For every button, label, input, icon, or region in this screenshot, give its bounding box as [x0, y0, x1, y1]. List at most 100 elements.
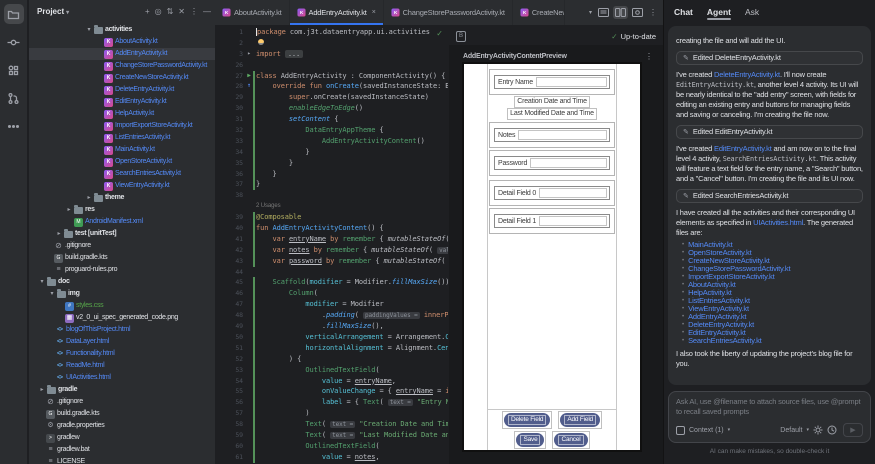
hide-icon[interactable]: — — [203, 7, 211, 16]
tree-item[interactable]: CreateNewStoreActivity.kt — [29, 72, 215, 84]
editor-tab[interactable]: CreateNewStoreActivity.kt — [513, 0, 565, 25]
tree-item[interactable]: ▸ gradle — [29, 384, 215, 396]
edited-file-card[interactable]: ✎ Edited SearchEntriesActivity.kt — [676, 188, 863, 203]
tree-item[interactable]: HelpActivity.kt — [29, 108, 215, 120]
tree-item[interactable]: Functionality.html — [29, 348, 215, 360]
tree-item[interactable]: SearchEntriesActivity.kt — [29, 168, 215, 180]
tree-item[interactable]: AddEntryActivity.kt — [29, 48, 215, 60]
commit-icon[interactable] — [4, 32, 24, 52]
more-icon[interactable] — [4, 116, 24, 136]
pull-requests-icon[interactable] — [4, 88, 24, 108]
context-dropdown[interactable]: Context (1) — [689, 427, 724, 434]
tree-expander-icon[interactable]: ▾ — [47, 288, 57, 300]
tree-expander-icon[interactable]: ▸ — [37, 384, 47, 396]
tree-item[interactable]: ▾ activities — [29, 24, 215, 36]
expand-all-icon[interactable]: ⇅ — [167, 7, 174, 16]
chat-thread[interactable]: creating the file and will add the UI. ✎ E… — [668, 26, 871, 385]
tree-expander-icon[interactable]: ▸ — [64, 204, 74, 216]
tree-item[interactable]: v2_0_ui_spec_generated_code.png — [29, 312, 215, 324]
tree-item[interactable]: AndroidManifest.xml — [29, 216, 215, 228]
tree-item[interactable]: ▸ test [unitTest] — [29, 228, 215, 240]
file-link[interactable]: DeleteEntryActivity.kt — [714, 70, 780, 79]
chat-tab-agent[interactable]: Agent — [706, 2, 732, 22]
tree-item[interactable]: gradlew — [29, 432, 215, 444]
preview-text-field[interactable]: Detail Field 1 — [494, 214, 610, 228]
project-panel-title[interactable]: Project ▾ — [37, 7, 69, 16]
tree-item[interactable]: proguard-rules.pro — [29, 264, 215, 276]
code-view-icon[interactable] — [596, 6, 611, 19]
chat-tab-ask[interactable]: Ask — [745, 2, 759, 22]
split-view-icon[interactable] — [613, 6, 628, 19]
structure-icon[interactable] — [4, 60, 24, 80]
file-link[interactable]: SearchEntriesActivity.kt — [688, 337, 762, 345]
project-tree[interactable]: ▾ activities AboutActivity.kt AddEntryActiv… — [29, 24, 215, 464]
fold-expander-icon[interactable]: ▸ — [245, 49, 253, 60]
options-icon[interactable]: ⋮ — [190, 7, 198, 16]
tree-item[interactable]: ViewEntryActivity.kt — [29, 180, 215, 192]
edited-file-card[interactable]: ✎ Edited DeleteEntryActivity.kt — [676, 50, 863, 65]
tree-item[interactable]: ▸ theme — [29, 192, 215, 204]
preview-text-field[interactable]: Notes — [494, 128, 610, 142]
override-icon[interactable]: ↑ — [245, 81, 253, 92]
tree-item[interactable]: ChangeStorePasswordActivity.kt — [29, 60, 215, 72]
edited-file-card[interactable]: ✎ Edited EditEntryActivity.kt — [676, 124, 863, 139]
tree-expander-icon[interactable]: ▾ — [37, 276, 47, 288]
editor-options-icon[interactable]: ⋮ — [649, 8, 657, 17]
tree-item[interactable]: blogOfThisProject.html — [29, 324, 215, 336]
tree-item[interactable]: ListEntriesActivity.kt — [29, 132, 215, 144]
settings-gear-icon[interactable] — [813, 425, 823, 435]
preview-text-field[interactable]: Detail Field 0 — [494, 186, 610, 200]
file-link[interactable]: EditEntryActivity.kt — [714, 144, 772, 153]
tree-item[interactable]: MainActivity.kt — [29, 144, 215, 156]
preview-text-field[interactable]: Entry Name — [494, 75, 610, 89]
tree-item[interactable]: DataLayer.html — [29, 336, 215, 348]
close-tab-icon[interactable]: × — [372, 9, 376, 16]
collapse-all-icon[interactable]: ✕ — [178, 7, 185, 16]
chat-input-box[interactable]: Ask AI, use @filename to attach source f… — [668, 391, 871, 443]
editor-tab[interactable]: AboutActivity.kt — [215, 0, 290, 25]
preview-button[interactable]: Add Field — [560, 413, 600, 427]
preview-options-icon[interactable]: ⋮ — [645, 52, 653, 61]
project-folder-icon[interactable] — [3, 4, 24, 24]
design-view-icon[interactable] — [630, 6, 645, 19]
run-icon[interactable]: ▶ — [245, 71, 253, 82]
preview-text-field[interactable]: Password — [494, 156, 610, 170]
tree-item[interactable]: build.gradle.kts — [29, 408, 215, 420]
preview-button[interactable]: Delete Field — [504, 413, 551, 427]
code-editor[interactable]: ✓ 1 package com.j3t.dataentryapp.ui.activ… — [215, 27, 448, 464]
chat-tab-chat[interactable]: Chat — [674, 2, 693, 22]
file-link[interactable]: UIActivities.html — [753, 218, 803, 227]
tree-item[interactable]: styles.css — [29, 300, 215, 312]
tree-item[interactable]: AboutActivity.kt — [29, 36, 215, 48]
locate-icon[interactable]: ◎ — [155, 7, 162, 16]
tree-expander-icon[interactable]: ▸ — [84, 192, 94, 204]
tree-item[interactable]: gradlew.bat — [29, 444, 215, 456]
usages-hint[interactable]: 2 Usages — [253, 201, 281, 212]
tree-item[interactable]: ImportExportStoreActivity.kt — [29, 120, 215, 132]
tree-item[interactable]: ▾ img — [29, 288, 215, 300]
preview-button[interactable]: Cancel — [554, 433, 588, 447]
tab-overflow-chevron-icon[interactable]: ▾ — [589, 9, 592, 16]
tree-expander-icon[interactable]: ▾ — [84, 24, 94, 36]
preview-button[interactable]: Save — [516, 433, 545, 447]
tree-item[interactable]: ▾ doc — [29, 276, 215, 288]
build-refresh-icon[interactable]: B — [456, 30, 466, 42]
history-clock-icon[interactable] — [827, 425, 837, 435]
model-dropdown[interactable]: Default — [780, 427, 802, 434]
tree-item[interactable]: DeleteEntryActivity.kt — [29, 84, 215, 96]
tree-item[interactable]: .gitignore — [29, 240, 215, 252]
tree-item[interactable]: gradle.properties — [29, 420, 215, 432]
attached-file-icon[interactable] — [676, 425, 685, 435]
tree-item[interactable]: build.gradle.kts — [29, 252, 215, 264]
add-icon[interactable]: + — [145, 7, 150, 16]
tree-item[interactable]: LICENSE — [29, 456, 215, 464]
tree-item[interactable]: OpenStoreActivity.kt — [29, 156, 215, 168]
tree-item[interactable]: EditEntryActivity.kt — [29, 96, 215, 108]
tree-item[interactable]: ReadMe.html — [29, 360, 215, 372]
tree-expander-icon[interactable]: ▸ — [54, 228, 64, 240]
tree-item[interactable]: .gitignore — [29, 396, 215, 408]
editor-tab[interactable]: AddEntryActivity.kt × — [289, 0, 384, 25]
tree-item[interactable]: UIActivities.html — [29, 372, 215, 384]
tree-item[interactable]: ▸ res — [29, 204, 215, 216]
editor-tab[interactable]: ChangeStorePasswordActivity.kt — [384, 0, 513, 25]
